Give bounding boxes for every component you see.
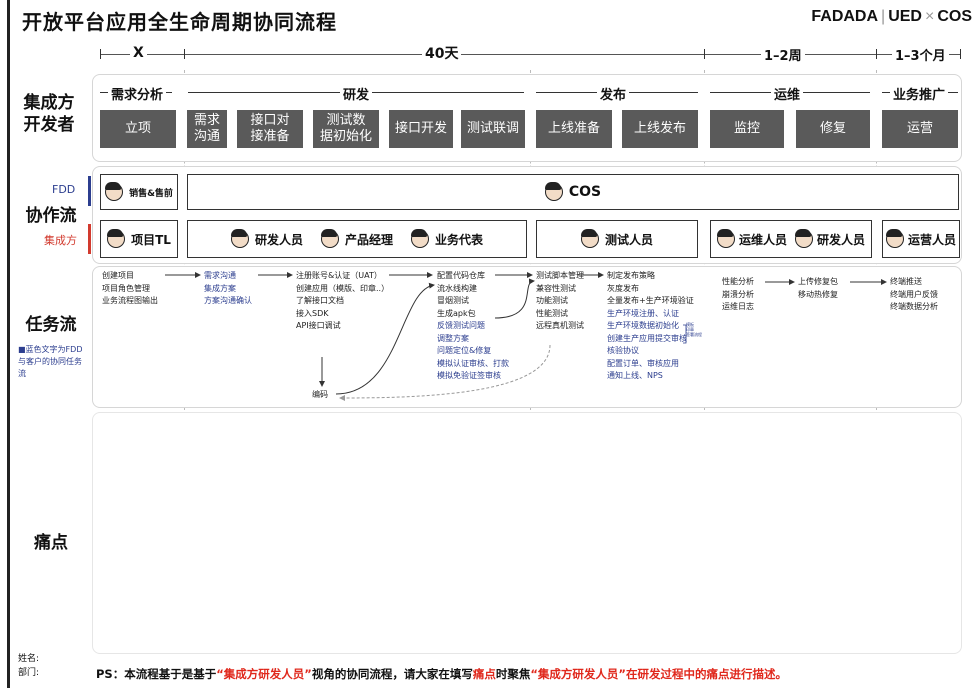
footer-note: PS：本流程基于是基于“集成方研发人员”视角的协同流程，请大家在填写痛点时聚焦“… (96, 666, 787, 682)
footer-info: 姓名: 部门: (18, 652, 39, 680)
bracket (683, 324, 687, 344)
department-label: 部门: (18, 668, 40, 678)
name-label: 姓名: (18, 654, 40, 664)
arrow (494, 278, 535, 319)
arrow-dashed (339, 344, 551, 401)
note-text: PS：本流程基于是基于 (96, 667, 217, 681)
note-highlight: “集成方研发人员”在研发过程中的痛点进行描述。 (530, 667, 787, 681)
arrow (335, 282, 435, 395)
note-text: 视角的协同流程，请大家在填写 (311, 667, 473, 681)
note-text: 时聚焦 (495, 667, 531, 681)
note-highlight: “集成方研发人员” (216, 667, 312, 681)
pain-panel (92, 412, 962, 654)
row-label-pain: 痛点 (34, 533, 68, 553)
note-highlight: 痛点 (472, 667, 496, 681)
